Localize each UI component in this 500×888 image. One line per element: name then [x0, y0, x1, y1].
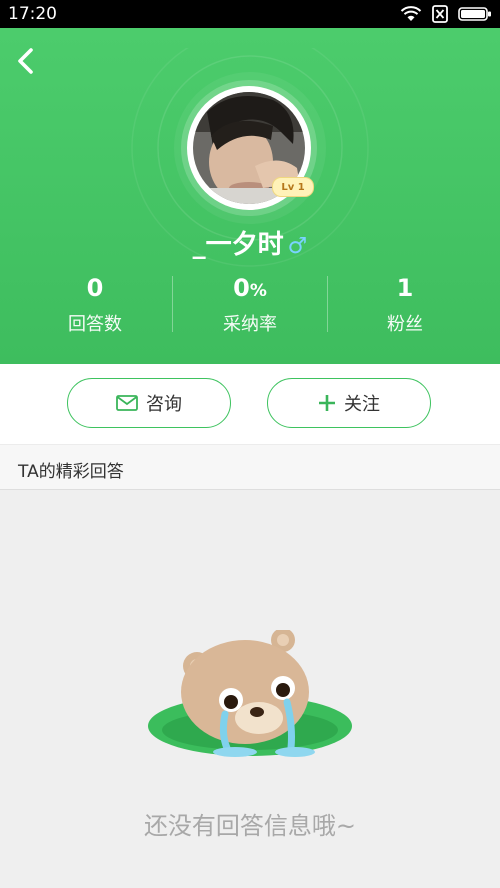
mail-icon: [116, 395, 138, 411]
stat-answers-label: 回答数: [68, 314, 122, 335]
stat-fans-label: 粉丝: [387, 314, 423, 335]
crying-bear-illustration: [148, 630, 352, 757]
status-bar: 17:20: [0, 0, 500, 28]
status-icons: [400, 5, 492, 23]
stat-answers[interactable]: 0 回答数: [30, 274, 160, 336]
stat-divider: [327, 276, 328, 332]
profile-header: Lv 1 _一夕时 ♂ 0 回答数 0% 采纳率 1 粉丝: [0, 28, 500, 364]
stat-divider: [172, 276, 173, 332]
section-title: TA的精彩回答: [18, 462, 124, 482]
consult-label: 咨询: [146, 394, 182, 415]
answers-section-header: TA的精彩回答: [0, 444, 500, 490]
stat-acceptance[interactable]: 0% 采纳率: [185, 274, 315, 336]
empty-state: 还没有回答信息哦~: [0, 490, 500, 888]
status-time: 17:20: [8, 4, 57, 24]
stat-fans-value: 1: [396, 274, 414, 302]
plus-icon: [319, 395, 335, 411]
battery-icon: [458, 7, 491, 21]
stat-acceptance-number: 0: [233, 274, 250, 302]
consult-button[interactable]: 咨询: [67, 378, 231, 428]
stat-fans[interactable]: 1 粉丝: [340, 274, 470, 336]
stat-acceptance-suffix: %: [249, 281, 267, 301]
username: _一夕时 ♂: [0, 224, 500, 261]
follow-button[interactable]: 关注: [267, 378, 431, 428]
wifi-icon: [400, 6, 422, 21]
back-arrow-icon[interactable]: [10, 44, 44, 78]
action-bar: 咨询 关注: [0, 364, 500, 444]
level-badge: Lv 1: [272, 177, 314, 197]
stat-acceptance-label: 采纳率: [223, 314, 277, 335]
follow-label: 关注: [344, 394, 380, 415]
empty-state-message: 还没有回答信息哦~: [143, 812, 357, 840]
stat-answers-value: 0: [86, 274, 104, 302]
no-sim-icon: [432, 5, 448, 23]
male-gender-icon: ♂: [287, 234, 308, 259]
stat-acceptance-value: 0%: [185, 274, 315, 302]
username-text: _一夕时: [192, 230, 284, 260]
